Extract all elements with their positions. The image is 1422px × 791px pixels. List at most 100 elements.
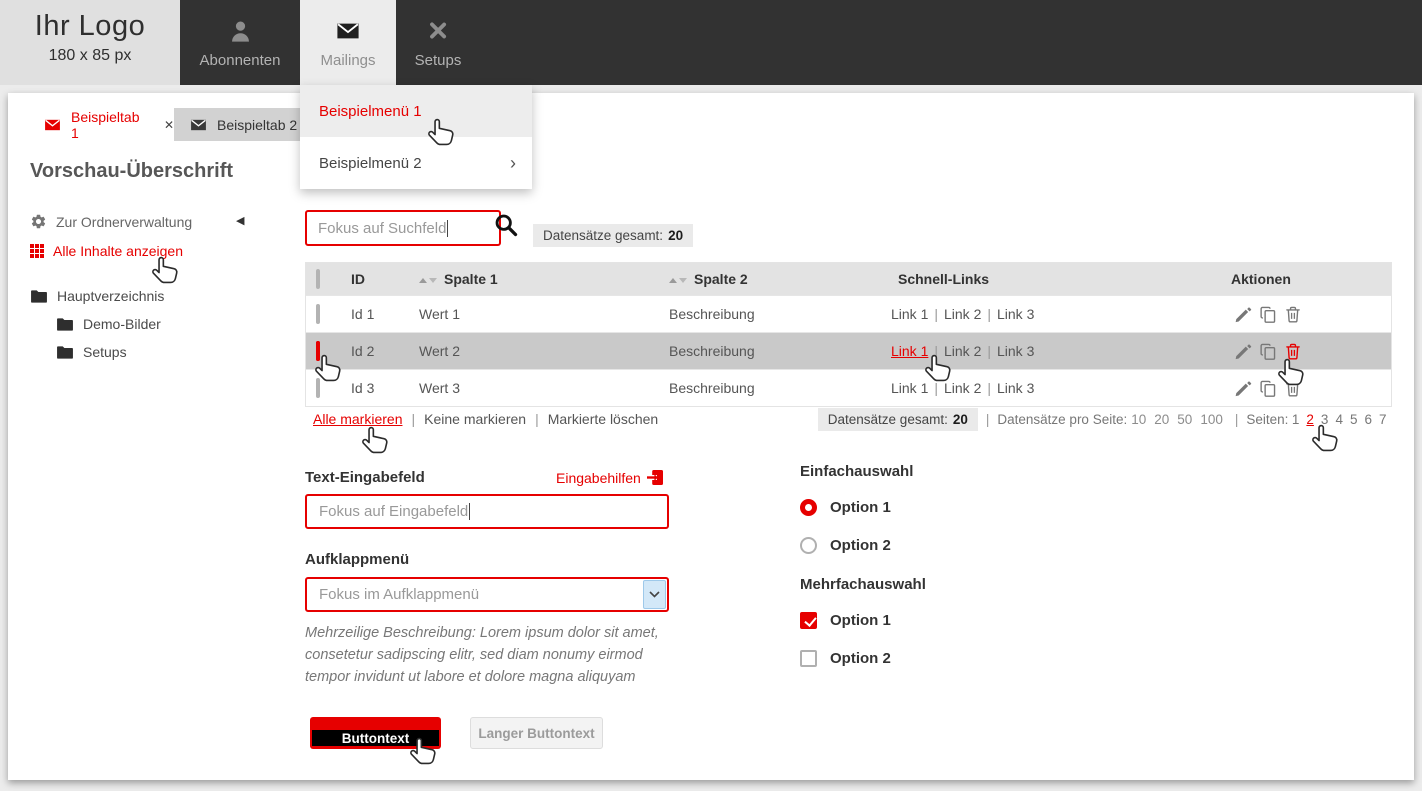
grid-icon bbox=[30, 244, 44, 258]
primary-button[interactable]: Buttontext bbox=[310, 717, 441, 749]
delete-icon[interactable] bbox=[1284, 379, 1302, 397]
records-total-label: Datensätze gesamt: bbox=[543, 228, 663, 243]
pages-label: Seiten: bbox=[1246, 412, 1288, 427]
logo-placeholder[interactable]: Ihr Logo 180 x 85 px bbox=[0, 0, 180, 85]
copy-icon[interactable] bbox=[1259, 342, 1277, 360]
input-helpers-link[interactable]: Eingabehilfen bbox=[556, 469, 664, 486]
page-number[interactable]: 3 bbox=[1321, 412, 1329, 427]
page-number[interactable]: 1 bbox=[1292, 412, 1300, 427]
nav-item-abonnenten[interactable]: Abonnenten bbox=[180, 0, 300, 85]
text-caret bbox=[447, 220, 448, 237]
row-checkbox[interactable] bbox=[316, 380, 320, 396]
column-header-id[interactable]: ID bbox=[351, 271, 365, 287]
folder-icon bbox=[56, 317, 74, 332]
delete-icon[interactable] bbox=[1284, 305, 1302, 323]
close-icon[interactable]: ✕ bbox=[164, 118, 174, 132]
menu-item-label: Beispielmenü 1 bbox=[319, 103, 422, 120]
sidebar-item-alle-inhalte[interactable]: Alle Inhalte anzeigen bbox=[30, 243, 183, 259]
quick-link[interactable]: Link 2 bbox=[944, 380, 981, 396]
folder-icon bbox=[30, 289, 48, 304]
cell-id: Id 1 bbox=[351, 306, 374, 322]
copy-icon[interactable] bbox=[1259, 305, 1277, 323]
edit-icon[interactable] bbox=[1234, 379, 1252, 397]
tree-item-setups[interactable]: Setups bbox=[56, 344, 127, 360]
single-choice-heading: Einfachauswahl bbox=[800, 463, 913, 480]
delete-icon-hover[interactable] bbox=[1284, 342, 1302, 360]
table-row[interactable]: Id 1 Wert 1 Beschreibung Link 1|Link 2|L… bbox=[306, 295, 1391, 332]
nav-item-mailings[interactable]: Mailings bbox=[300, 0, 396, 85]
insert-helper-icon bbox=[647, 469, 664, 486]
cell-spalte1: Wert 3 bbox=[419, 380, 460, 396]
sidebar-collapse-icon[interactable]: ◀ bbox=[236, 214, 244, 227]
menu-item-beispielmenu-1[interactable]: Beispielmenü 1 bbox=[300, 85, 532, 137]
cell-spalte2: Beschreibung bbox=[669, 380, 755, 396]
quick-link[interactable]: Link 3 bbox=[997, 306, 1034, 322]
radio-unselected[interactable] bbox=[800, 537, 817, 554]
tree-item-label: Demo-Bilder bbox=[83, 316, 161, 332]
table-row[interactable]: Id 3 Wert 3 Beschreibung Link 1|Link 2|L… bbox=[306, 369, 1391, 406]
checkbox-label: Option 2 bbox=[830, 650, 891, 667]
page-number[interactable]: 5 bbox=[1350, 412, 1358, 427]
records-total-badge: Datensätze gesamt: 20 bbox=[533, 224, 693, 247]
field-description: Mehrzeilige Beschreibung: Lorem ipsum do… bbox=[305, 622, 667, 688]
quick-link[interactable]: Link 1 bbox=[891, 380, 928, 396]
select-arrow-button[interactable] bbox=[643, 580, 666, 609]
per-page-option[interactable]: 100 bbox=[1200, 412, 1223, 427]
edit-icon[interactable] bbox=[1234, 305, 1252, 323]
table-row-selected[interactable]: Id 2 Wert 2 Beschreibung Link 1|Link 2|L… bbox=[306, 332, 1391, 369]
page-number-current[interactable]: 2 bbox=[1306, 412, 1314, 427]
checkbox-option-1[interactable]: Option 1 bbox=[800, 612, 891, 629]
select-all-checkbox[interactable] bbox=[316, 271, 320, 287]
page-number[interactable]: 4 bbox=[1335, 412, 1343, 427]
folder-icon bbox=[56, 345, 74, 360]
tree-item-hauptverzeichnis[interactable]: Hauptverzeichnis bbox=[30, 288, 164, 304]
tab-label: Beispieltab 2 bbox=[217, 117, 297, 133]
sort-icons[interactable] bbox=[669, 278, 687, 283]
page-number[interactable]: 6 bbox=[1364, 412, 1372, 427]
checkbox-option-2[interactable]: Option 2 bbox=[800, 650, 891, 667]
row-checkbox-checked[interactable] bbox=[316, 343, 320, 359]
checkbox-checked[interactable] bbox=[800, 612, 817, 629]
quick-link[interactable]: Link 3 bbox=[997, 343, 1034, 359]
envelope-icon bbox=[190, 118, 207, 132]
cell-spalte2: Beschreibung bbox=[669, 343, 755, 359]
select-none-link[interactable]: Keine markieren bbox=[424, 411, 526, 427]
column-header-spalte2[interactable]: Spalte 2 bbox=[669, 271, 748, 287]
search-input[interactable]: Fokus auf Suchfeld bbox=[305, 210, 501, 246]
quick-link[interactable]: Link 1 bbox=[891, 306, 928, 322]
page-number[interactable]: 7 bbox=[1379, 412, 1387, 427]
radio-selected[interactable] bbox=[800, 499, 817, 516]
nav-item-setups[interactable]: Setups bbox=[396, 0, 480, 85]
pagination-bar: Datensätze gesamt: 20 | Datensätze pro S… bbox=[818, 408, 1390, 431]
row-checkbox[interactable] bbox=[316, 306, 320, 322]
menu-item-beispielmenu-2[interactable]: Beispielmenü 2 › bbox=[300, 137, 532, 189]
column-header-spalte1[interactable]: Spalte 1 bbox=[419, 271, 498, 287]
quick-link[interactable]: Link 2 bbox=[944, 306, 981, 322]
text-input[interactable]: Fokus auf Eingabefeld bbox=[305, 494, 669, 529]
quick-link[interactable]: Link 2 bbox=[944, 343, 981, 359]
quick-link-hover[interactable]: Link 1 bbox=[891, 343, 928, 359]
secondary-button[interactable]: Langer Buttontext bbox=[470, 717, 603, 749]
dropdown-select[interactable]: Fokus im Aufklappmenü bbox=[305, 577, 669, 612]
delete-selected-link[interactable]: Markierte löschen bbox=[548, 411, 659, 427]
data-table: ID Spalte 1 Spalte 2 Schnell-Links Aktio… bbox=[305, 262, 1392, 407]
checkbox-unchecked[interactable] bbox=[800, 650, 817, 667]
select-all-link[interactable]: Alle markieren bbox=[313, 411, 402, 427]
sidebar-item-ordnerverwaltung[interactable]: Zur Ordnerverwaltung bbox=[30, 213, 192, 230]
person-icon bbox=[180, 16, 300, 46]
edit-icon[interactable] bbox=[1234, 342, 1252, 360]
per-page-option[interactable]: 10 bbox=[1131, 412, 1146, 427]
tree-item-demo-bilder[interactable]: Demo-Bilder bbox=[56, 316, 161, 332]
sidebar-item-label: Zur Ordnerverwaltung bbox=[56, 214, 192, 230]
radio-option-1[interactable]: Option 1 bbox=[800, 499, 891, 516]
sort-icons[interactable] bbox=[419, 278, 437, 283]
copy-icon[interactable] bbox=[1259, 379, 1277, 397]
cell-quick-links: Link 1|Link 2|Link 3 bbox=[891, 343, 1034, 359]
tab-beispieltab-1[interactable]: Beispieltab 1 ✕ bbox=[28, 108, 174, 141]
radio-option-2[interactable]: Option 2 bbox=[800, 537, 891, 554]
per-page-option[interactable]: 20 bbox=[1154, 412, 1169, 427]
search-icon[interactable] bbox=[494, 213, 518, 242]
quick-link[interactable]: Link 3 bbox=[997, 380, 1034, 396]
per-page-option[interactable]: 50 bbox=[1177, 412, 1192, 427]
primary-button-label: Buttontext bbox=[312, 730, 439, 746]
